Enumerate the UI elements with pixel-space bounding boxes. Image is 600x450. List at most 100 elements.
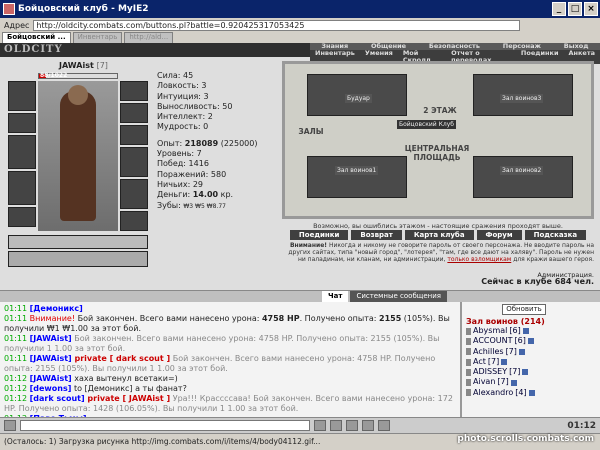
- minimize-icon[interactable]: _: [552, 2, 566, 16]
- chat-text[interactable]: [Демоникс]: [30, 304, 83, 313]
- spell-slots[interactable]: [8, 251, 148, 267]
- character-name[interactable]: JAWAist [7]: [59, 61, 108, 70]
- user-name[interactable]: Aivan: [473, 377, 495, 387]
- hp-text: 88/1022: [40, 72, 68, 79]
- exit-icon[interactable]: [378, 420, 390, 431]
- user-name[interactable]: ACCOUNT: [473, 336, 513, 346]
- stat-value: 2: [207, 112, 213, 122]
- online-user[interactable]: Aivan [7]: [466, 377, 596, 387]
- square-label[interactable]: ЦЕНТРАЛЬНАЯ ПЛОЩАДЬ: [397, 144, 477, 162]
- help-button[interactable]: Подсказка: [524, 230, 587, 240]
- chat-text: хаха вытенул всетаки=): [71, 374, 178, 383]
- belt-items[interactable]: [8, 235, 148, 249]
- chat-text: to [Демоникс] а ты фанат?: [71, 384, 187, 393]
- earring-slot[interactable]: [120, 81, 148, 101]
- character-panel: JAWAist [7] 88/1022: [4, 61, 154, 271]
- user-name[interactable]: ADISSEY: [473, 367, 507, 377]
- online-user[interactable]: Abysmal [6]: [466, 326, 596, 336]
- user-name[interactable]: Abysmal: [473, 326, 507, 336]
- online-user[interactable]: Achilles [7]: [466, 347, 596, 357]
- chat-text[interactable]: [JAWAist]: [30, 334, 72, 343]
- floor-label[interactable]: 2 ЭТАЖ: [405, 106, 475, 115]
- forum-button[interactable]: Форум: [476, 230, 522, 240]
- stat-label: Ловкость:: [157, 81, 199, 91]
- info-icon[interactable]: [522, 369, 529, 376]
- user-status-icon: [466, 327, 471, 335]
- club-map-button[interactable]: Карта клуба: [404, 230, 474, 240]
- character-stats: Сила: 45 Ловкость: 3 Интуиция: 3 Выносливос…: [157, 71, 277, 212]
- tab-ald[interactable]: http://ald...: [124, 32, 174, 43]
- tab-inventory[interactable]: Инвентарь: [72, 32, 123, 43]
- refresh-button[interactable]: Обновить: [502, 304, 546, 315]
- halls-label[interactable]: ЗАЛЫ: [291, 127, 331, 136]
- necklace-slot[interactable]: [8, 113, 36, 133]
- online-user[interactable]: Act [7]: [466, 357, 596, 367]
- boots-slot[interactable]: [120, 211, 148, 231]
- user-name[interactable]: Achilles: [473, 347, 504, 357]
- game-menu: Знания Общение Безопасность Персонаж Выход И…: [310, 43, 600, 64]
- chat-text[interactable]: [dark scout]: [30, 394, 85, 403]
- online-panel: Обновить Зал воинов (214) Abysmal [6] ACCO…: [462, 302, 600, 417]
- user-name[interactable]: Alexandro: [473, 388, 513, 398]
- user-level: [7]: [497, 377, 509, 387]
- info-icon[interactable]: [510, 379, 517, 386]
- ring-slot-2[interactable]: [120, 125, 148, 145]
- chat-text[interactable]: private [ JAWAist ]: [85, 394, 170, 403]
- chat-tabs-bar: Чат Системные сообщения: [0, 290, 600, 302]
- user-status-icon: [466, 337, 471, 345]
- return-button[interactable]: Возврат: [351, 230, 402, 240]
- stat-label: Сила:: [157, 71, 181, 80]
- online-user[interactable]: ADISSEY [7]: [466, 367, 596, 377]
- security-warning: Внимание! Никогда и никому не говорите п…: [288, 242, 594, 263]
- user-name[interactable]: Act: [473, 357, 486, 367]
- room-warriors2[interactable]: [473, 156, 573, 198]
- chat-time: 01:11: [4, 314, 28, 323]
- filter-icon[interactable]: [346, 420, 358, 431]
- info-icon[interactable]: [522, 328, 529, 335]
- user-level: [7]: [487, 356, 500, 366]
- chat-time: 01:11: [4, 334, 28, 343]
- stat-value: 45: [183, 71, 194, 80]
- armor-slot[interactable]: [8, 171, 36, 205]
- smile-icon[interactable]: [4, 420, 16, 431]
- user-status-icon: [466, 358, 471, 366]
- user-level: [4]: [515, 387, 527, 397]
- online-user[interactable]: Alexandro [4]: [466, 388, 596, 398]
- club-label[interactable]: Бойцовский Клуб: [397, 120, 456, 129]
- room-warriors1[interactable]: [307, 156, 407, 198]
- chat-text[interactable]: [JAWAist]: [30, 374, 72, 383]
- info-icon[interactable]: [527, 338, 534, 345]
- send-icon[interactable]: [314, 420, 326, 431]
- chat-input[interactable]: [20, 420, 310, 431]
- chat-time: 01:11: [4, 354, 28, 363]
- chat-text[interactable]: [JAWAist]: [30, 354, 72, 363]
- chat-text: . Получено опыта:: [299, 314, 379, 323]
- gloves-slot[interactable]: [120, 147, 148, 177]
- tab-system-messages[interactable]: Системные сообщения: [350, 291, 447, 302]
- duels-button[interactable]: Поединки: [289, 230, 349, 240]
- map-hint: Возможно, вы ошиблись этажом - настоящие…: [313, 222, 563, 230]
- info-icon[interactable]: [528, 389, 535, 396]
- maximize-icon[interactable]: □: [568, 2, 582, 16]
- shield-slot[interactable]: [120, 179, 148, 209]
- helmet-slot[interactable]: [8, 81, 36, 111]
- tab-chat[interactable]: Чат: [322, 291, 349, 302]
- chat-message: 01:12 [JAWAist] хаха вытенул всетаки=): [4, 374, 456, 384]
- close-icon[interactable]: ×: [584, 2, 598, 16]
- room-label: Зал воинов3: [500, 94, 544, 103]
- stat-value: 50: [222, 101, 233, 111]
- tab-combats[interactable]: Бойцовский ...: [2, 32, 71, 43]
- online-user[interactable]: ACCOUNT [6]: [466, 336, 596, 346]
- chat-message: 01:11 [Демоникс]: [4, 304, 456, 314]
- settings-icon[interactable]: [362, 420, 374, 431]
- weapon-slot[interactable]: [8, 135, 36, 169]
- info-icon[interactable]: [518, 348, 525, 355]
- address-input[interactable]: http://oldcity.combats.com/buttons.pl?ba…: [33, 19, 520, 31]
- info-icon[interactable]: [501, 359, 508, 366]
- chat-text[interactable]: private [ dark scout ]: [72, 354, 171, 363]
- belt-slot[interactable]: [8, 207, 36, 227]
- ring-slot-1[interactable]: [120, 103, 148, 123]
- clear-icon[interactable]: [330, 420, 342, 431]
- chat-message: 01:11 [JAWAist] Бой закончен. Всего вами…: [4, 334, 456, 354]
- chat-text[interactable]: [dewons]: [30, 384, 72, 393]
